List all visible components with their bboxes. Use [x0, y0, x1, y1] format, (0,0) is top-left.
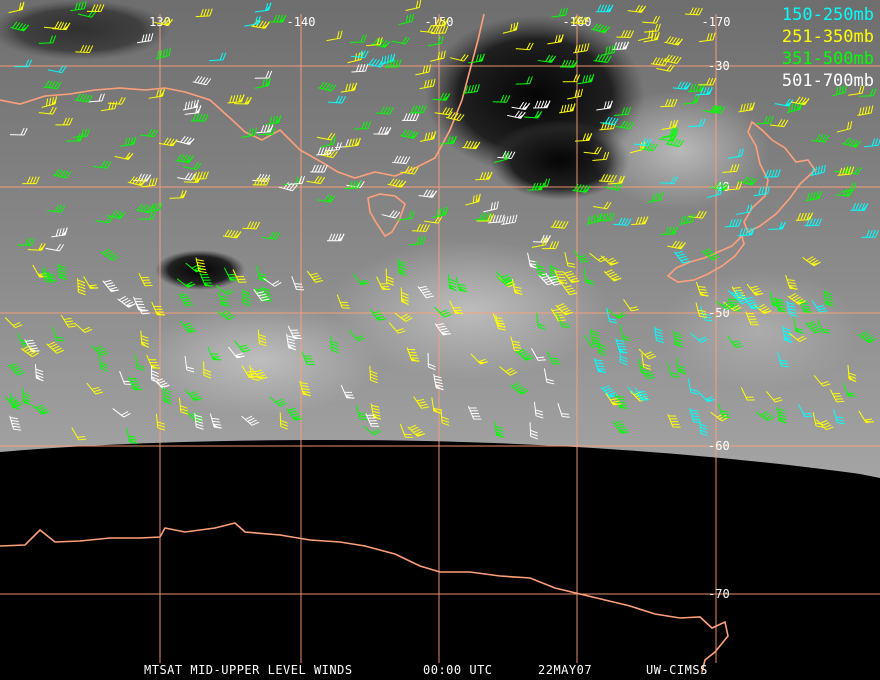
legend-entry-251-350: 251-350mb	[781, 27, 874, 47]
longitude-label: -170	[702, 15, 731, 29]
latitude-label: -70	[708, 587, 730, 601]
map-canvas: 130 -140 -150 -160 -170 -30-40-50-60-70	[0, 0, 880, 673]
image-caption: MTSAT MID-UPPER LEVEL WINDS 00:00 UTC 22…	[0, 663, 880, 679]
antarctica-coast	[0, 522, 729, 673]
product-name: MTSAT MID-UPPER LEVEL WINDS	[144, 663, 353, 677]
valid-date: 22MAY07	[538, 663, 593, 677]
pressure-legend: 150-250mb 251-350mb 351-500mb 501-700mb	[782, 4, 874, 92]
legend-entry-150-250: 150-250mb	[781, 5, 874, 25]
valid-time: 00:00 UTC	[423, 663, 493, 677]
latitude-label: -60	[708, 439, 730, 453]
satellite-map: 130 -140 -150 -160 -170 -30 -40 -50 -60 -70 150-…	[0, 0, 880, 680]
data-source: UW-CIMSS	[646, 663, 708, 677]
latitude-label: -30	[708, 59, 730, 73]
longitude-label: -140	[287, 15, 316, 29]
cloud-band	[140, 305, 380, 415]
legend-entry-501-700: 501-700mb	[781, 71, 874, 91]
cloud-band	[660, 270, 860, 390]
legend-entry-351-500: 351-500mb	[781, 49, 874, 69]
